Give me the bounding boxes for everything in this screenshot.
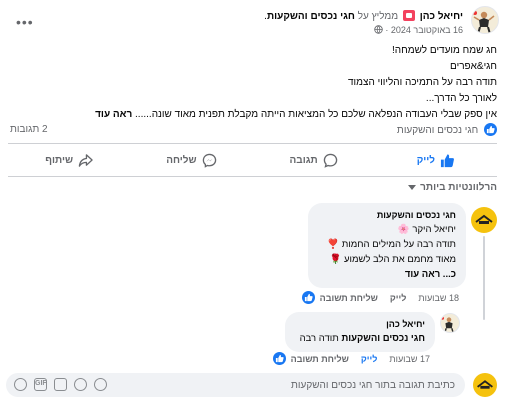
gif-icon[interactable]: GIF xyxy=(34,378,47,391)
post-page: יחיאל כהן ממליץ על חגי נכסים והשקעות. 16… xyxy=(0,0,505,403)
comment-like-button[interactable]: לייק xyxy=(390,293,406,303)
divider xyxy=(8,176,497,177)
reply-time[interactable]: 17 שבועות xyxy=(389,354,430,364)
author-avatar[interactable] xyxy=(471,6,499,34)
comment-like-reaction-icon[interactable] xyxy=(302,291,315,304)
comment-composer: GIF xyxy=(6,373,465,397)
more-options-icon[interactable]: ••• xyxy=(16,14,34,30)
thumbs-up-icon xyxy=(440,153,454,167)
comment-button[interactable]: תגובה xyxy=(253,148,375,172)
post-line: חגי&אפרים xyxy=(450,61,497,72)
see-more-link[interactable]: ראה עוד xyxy=(95,109,132,120)
header-title-line: יחיאל כהן ממליץ על חגי נכסים והשקעות. xyxy=(264,10,463,23)
share-icon xyxy=(78,153,93,167)
composer-avatar[interactable] xyxy=(473,373,497,397)
post-header: יחיאל כהן ממליץ על חגי נכסים והשקעות. 16… xyxy=(10,6,499,38)
divider xyxy=(8,143,497,144)
avatar-sticker-icon[interactable] xyxy=(74,378,87,391)
reactions-summary[interactable]: חגי נכסים והשקעות xyxy=(397,123,497,136)
comment-author[interactable]: חגי נכסים והשקעות xyxy=(318,209,456,222)
commenter-avatar[interactable] xyxy=(471,207,497,233)
comments-count[interactable]: 2 תגובות xyxy=(10,124,48,135)
camera-icon[interactable] xyxy=(54,378,67,391)
recommends-text: ממליץ על xyxy=(357,11,399,22)
comment-see-more[interactable]: כ... ראה עוד xyxy=(318,267,456,282)
header-meta-line: 16 באוקטובר 2024 · xyxy=(264,23,463,37)
messenger-icon xyxy=(202,153,216,168)
send-button[interactable]: שליחה xyxy=(130,148,252,172)
comment-reply-button[interactable]: שליחת תשובה xyxy=(320,293,378,303)
header-text: יחיאל כהן ממליץ על חגי נכסים והשקעות. 16… xyxy=(264,10,463,37)
sticker-icon[interactable] xyxy=(14,378,27,391)
comment-line: יחיאל היקר 🌸 xyxy=(397,224,456,235)
date-separator: · xyxy=(385,25,389,35)
post-stats: חגי נכסים והשקעות 2 תגובות xyxy=(10,123,497,139)
post-date[interactable]: 16 באוקטובר 2024 xyxy=(391,25,463,35)
emoji-icon[interactable] xyxy=(94,378,107,391)
post-line: תודה רבה על התמיכה והליווי הצמוד xyxy=(348,77,497,88)
page-name-link[interactable]: חגי נכסים והשקעות xyxy=(267,11,355,22)
caret-down-icon xyxy=(408,184,417,190)
post-actions: לייק תגובה שליחה שיתוף xyxy=(8,148,497,172)
comment-input[interactable] xyxy=(255,377,455,393)
globe-icon xyxy=(374,25,383,34)
post-line: לאורך כל הדרך... xyxy=(425,93,497,104)
send-label: שליחה xyxy=(166,154,197,166)
comment-time[interactable]: 18 שבועות xyxy=(418,293,459,303)
post-line-last: אין ספק שבלי העבודה הנפלאה שלכם כל המציא… xyxy=(10,107,497,123)
comment-label: תגובה xyxy=(289,154,318,166)
comment-line: מאוד מחמם את הלב לשמוע 🌹 xyxy=(329,254,456,265)
reply-bubble: יחיאל כהן חגי נכסים והשקעות תודה רבה xyxy=(285,312,435,352)
author-name[interactable]: יחיאל כהן xyxy=(420,11,463,22)
filter-label: הרלוונטיות ביותר xyxy=(420,182,497,193)
reply-text-line: חגי נכסים והשקעות תודה רבה xyxy=(295,331,425,346)
reply-like-button[interactable]: לייק xyxy=(361,354,377,364)
composer-tools: GIF xyxy=(14,378,107,391)
reactors-text: חגי נכסים והשקעות xyxy=(396,125,479,136)
comment-line: תודה רבה על המילים החמות ❣️ xyxy=(327,239,456,250)
share-label: שיתוף xyxy=(45,154,74,166)
like-button[interactable]: לייק xyxy=(375,148,497,172)
reply-meta: 17 שבועות לייק שליחת תשובה xyxy=(291,354,430,364)
recommend-icon xyxy=(402,10,415,21)
comment-meta: 18 שבועות לייק שליחת תשובה xyxy=(320,293,459,303)
like-reaction-icon xyxy=(484,123,497,136)
reply-text: תודה רבה xyxy=(299,333,339,344)
reply-reply-button[interactable]: שליחת תשובה xyxy=(291,354,349,364)
like-label: לייק xyxy=(416,154,436,166)
thread-line xyxy=(483,236,485,320)
post-line: חג שמח מועדים לשמחה! xyxy=(392,45,497,56)
comments-filter[interactable]: הרלוונטיות ביותר xyxy=(408,182,497,193)
reply-like-reaction-icon[interactable] xyxy=(273,352,286,365)
post-body: חג שמח מועדים לשמחה! חגי&אפרים תודה רבה … xyxy=(10,43,497,123)
reply-author[interactable]: יחיאל כהן xyxy=(295,318,425,331)
comment-icon xyxy=(323,153,337,168)
share-button[interactable]: שיתוף xyxy=(8,148,130,172)
reply-mention[interactable]: חגי נכסים והשקעות xyxy=(341,333,425,344)
comment-bubble: חגי נכסים והשקעות יחיאל היקר 🌸 תודה רבה … xyxy=(308,203,466,288)
post-line: אין ספק שבלי העבודה הנפלאה שלכם כל המציא… xyxy=(135,109,497,120)
reply-avatar[interactable] xyxy=(440,313,460,333)
